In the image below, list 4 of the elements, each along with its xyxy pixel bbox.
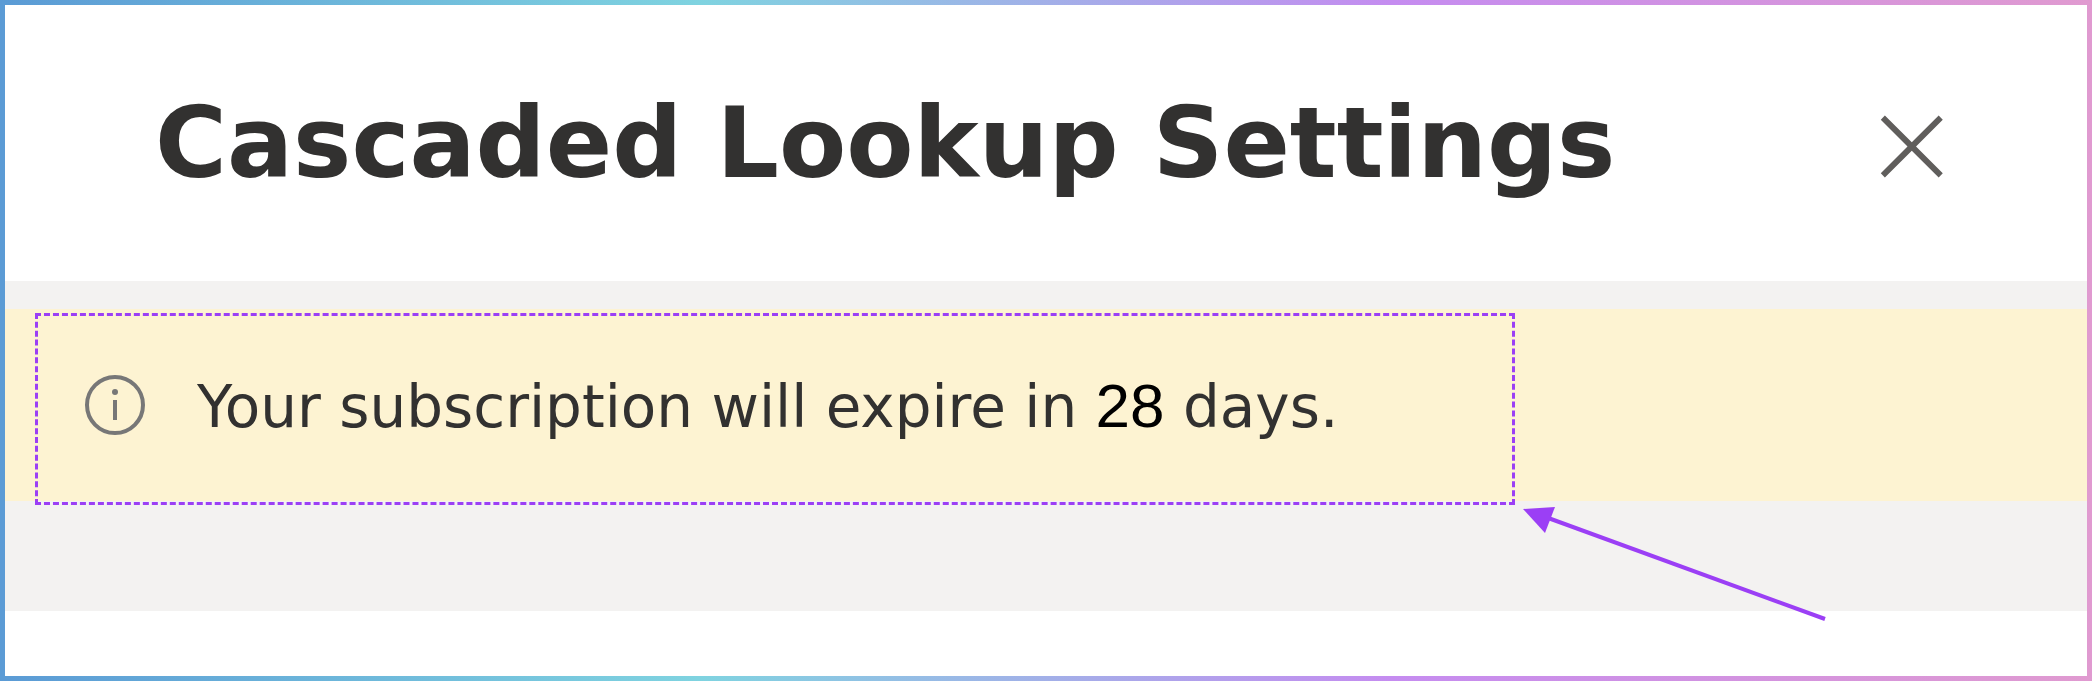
dialog-title: Cascaded Lookup Settings: [155, 86, 1616, 200]
notice-message: Your subscription will expire in 28 days.: [197, 369, 1339, 441]
close-button[interactable]: ×: [1861, 83, 1962, 203]
info-icon: [83, 373, 147, 437]
